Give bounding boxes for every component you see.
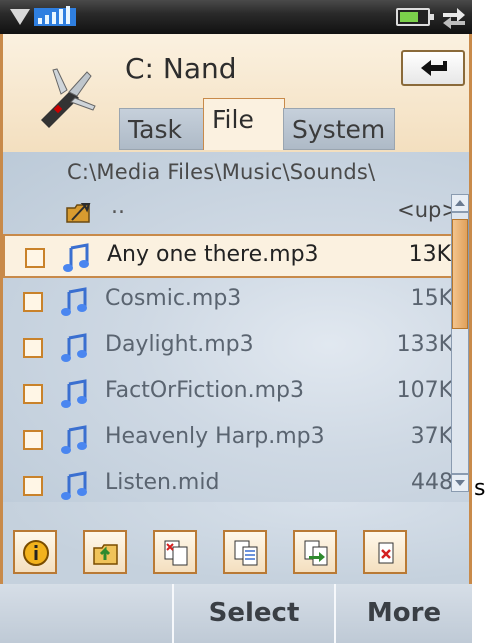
file-size: 13K bbox=[408, 242, 451, 267]
copy-button[interactable] bbox=[223, 530, 267, 574]
file-row[interactable]: Daylight.mp3 133K bbox=[3, 326, 465, 370]
music-note-icon bbox=[61, 287, 87, 316]
file-name: Any one there.mp3 bbox=[107, 242, 319, 267]
edge-text-fragment: s bbox=[474, 476, 486, 501]
softkey-bar: Select More bbox=[0, 584, 472, 643]
file-name: Daylight.mp3 bbox=[105, 332, 254, 357]
action-toolbar bbox=[0, 502, 472, 584]
file-size: 15K bbox=[410, 286, 453, 311]
up-folder-icon bbox=[66, 203, 91, 223]
file-checkbox[interactable] bbox=[25, 248, 45, 268]
file-row[interactable]: Cosmic.mp3 15K bbox=[3, 280, 465, 324]
file-row[interactable]: Any one there.mp3 13K bbox=[3, 234, 465, 278]
file-name: Cosmic.mp3 bbox=[105, 286, 242, 311]
battery-icon bbox=[396, 8, 434, 26]
triangle-down-icon bbox=[455, 480, 465, 486]
file-checkbox[interactable] bbox=[23, 430, 43, 450]
up-folder-icon bbox=[93, 544, 118, 565]
parent-folder-row[interactable]: .. <up> bbox=[3, 192, 465, 230]
scroll-track[interactable] bbox=[451, 212, 469, 474]
tab-task[interactable]: Task bbox=[119, 108, 205, 150]
file-checkbox[interactable] bbox=[23, 476, 43, 496]
music-note-icon bbox=[61, 379, 87, 408]
tab-file[interactable]: File bbox=[203, 98, 285, 150]
file-size: 448 bbox=[411, 470, 453, 495]
file-checkbox[interactable] bbox=[23, 384, 43, 404]
file-name: FactOrFiction.mp3 bbox=[105, 378, 304, 403]
sync-icon bbox=[443, 8, 465, 29]
phone-screen: C: Nand Task File System C:\Media Files\… bbox=[0, 0, 472, 643]
triangle-up-icon bbox=[455, 200, 465, 206]
music-note-icon bbox=[61, 425, 87, 454]
paste-icon bbox=[304, 540, 328, 566]
file-checkbox[interactable] bbox=[23, 338, 43, 358]
info-button[interactable] bbox=[13, 530, 57, 574]
music-note-icon bbox=[61, 333, 87, 362]
cut-button[interactable] bbox=[153, 530, 197, 574]
file-browser: C:\Media Files\Music\Sounds\ .. <up> Any… bbox=[0, 152, 472, 502]
more-softkey[interactable]: More bbox=[334, 584, 472, 643]
file-name: Heavenly Harp.mp3 bbox=[105, 424, 325, 449]
back-button[interactable] bbox=[401, 50, 465, 86]
copy-icon bbox=[234, 540, 258, 566]
back-arrow-icon bbox=[421, 60, 447, 76]
file-row[interactable]: Heavenly Harp.mp3 37K bbox=[3, 418, 465, 462]
tab-system[interactable]: System bbox=[283, 108, 395, 150]
scroll-down-arrow[interactable] bbox=[451, 474, 469, 492]
app-header: C: Nand Task File System bbox=[0, 34, 472, 152]
softkey-left[interactable] bbox=[0, 584, 172, 643]
signal-triangle-icon bbox=[10, 9, 30, 25]
swiss-knife-icon bbox=[41, 68, 96, 128]
info-icon bbox=[23, 540, 49, 566]
select-softkey[interactable]: Select bbox=[172, 584, 334, 643]
cut-icon bbox=[164, 540, 188, 566]
scrollbar[interactable] bbox=[451, 194, 469, 494]
scroll-up-arrow[interactable] bbox=[451, 194, 469, 212]
current-path: C:\Media Files\Music\Sounds\ bbox=[67, 160, 376, 184]
scroll-thumb[interactable] bbox=[452, 219, 468, 329]
file-size: 107K bbox=[396, 378, 453, 403]
signal-bars-icon bbox=[34, 6, 76, 26]
delete-icon bbox=[378, 542, 394, 564]
file-row[interactable]: FactOrFiction.mp3 107K bbox=[3, 372, 465, 416]
status-bar bbox=[0, 0, 472, 34]
parent-folder-dots: .. bbox=[111, 194, 125, 219]
drive-title: C: Nand bbox=[125, 52, 237, 85]
file-size: 37K bbox=[410, 424, 453, 449]
up-folder-button[interactable] bbox=[83, 530, 127, 574]
file-name: Listen.mid bbox=[105, 470, 220, 495]
music-note-icon bbox=[63, 243, 89, 272]
file-checkbox[interactable] bbox=[23, 292, 43, 312]
paste-button[interactable] bbox=[293, 530, 337, 574]
delete-button[interactable] bbox=[363, 530, 407, 574]
music-note-icon bbox=[61, 471, 87, 500]
parent-folder-label: <up> bbox=[397, 198, 459, 222]
file-size: 133K bbox=[396, 332, 453, 357]
